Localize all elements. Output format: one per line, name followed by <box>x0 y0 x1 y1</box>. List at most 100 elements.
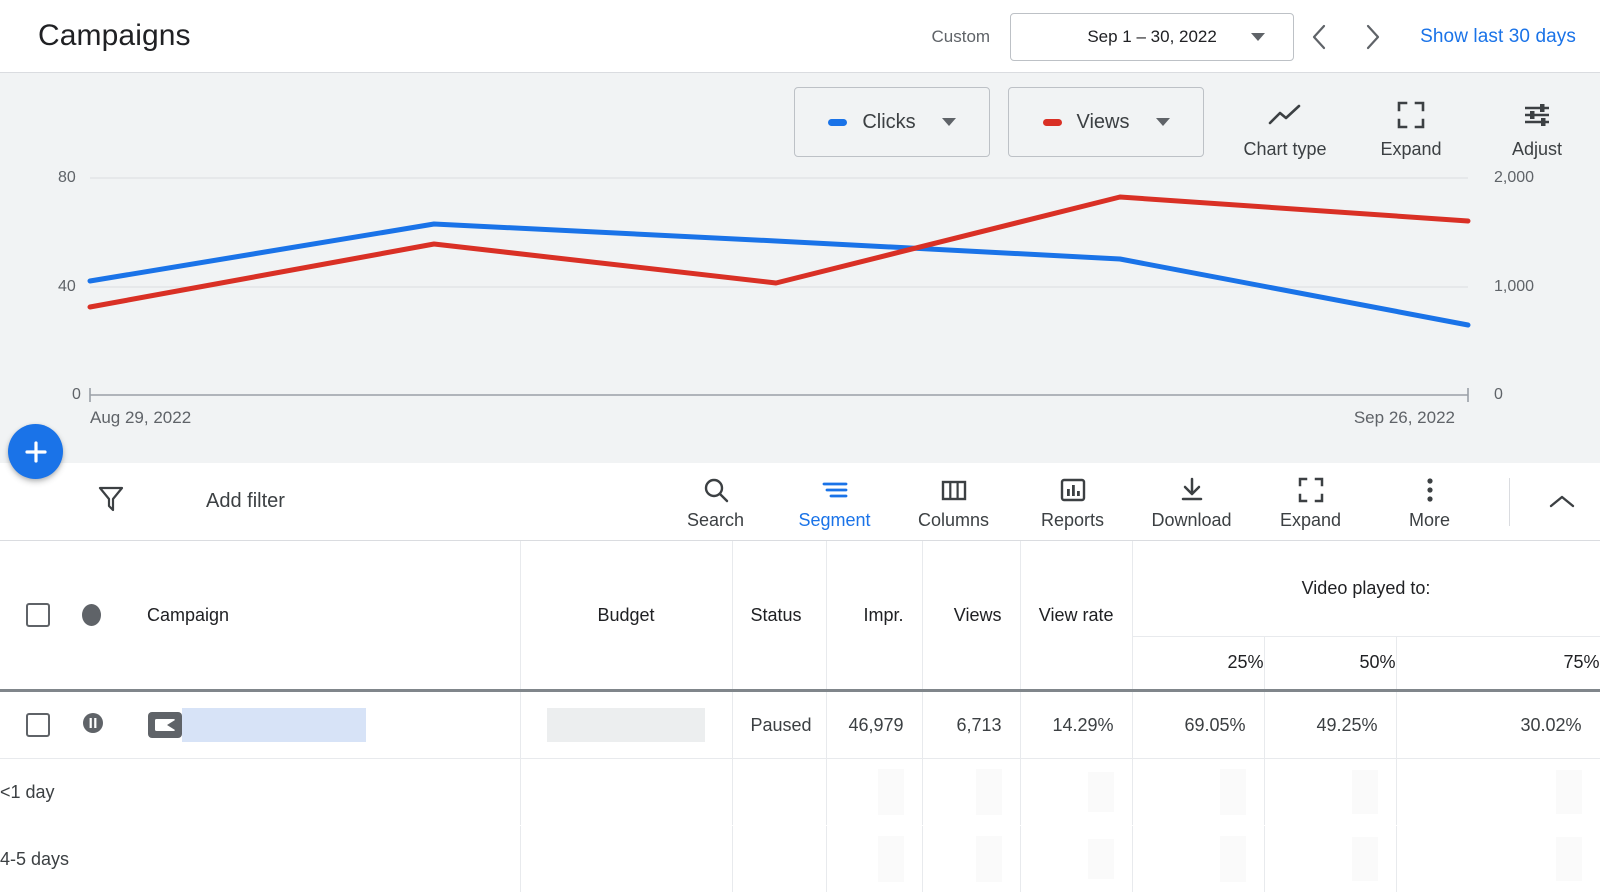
list-item[interactable]: <1 day <box>0 759 1600 825</box>
date-range-controls: Custom Sep 1 – 30, 2022 Show last 30 day… <box>932 0 1576 73</box>
campaign-name-redacted <box>182 708 366 742</box>
header-label-views: Views <box>954 605 1002 625</box>
show-last-30-days-link[interactable]: Show last 30 days <box>1420 26 1576 48</box>
search-icon <box>702 473 730 507</box>
toolbar-label-expand: Expand <box>1280 510 1341 531</box>
left-axis-tick-80: 80 <box>58 169 76 187</box>
x-axis-end-label: Sep 26, 2022 <box>1354 408 1455 428</box>
header-label-status: Status <box>751 605 802 625</box>
header-cell-vpt-50[interactable]: 50% <box>1264 636 1396 689</box>
select-all-checkbox[interactable] <box>26 603 50 627</box>
header-label-vpt-25: 25% <box>1227 652 1263 672</box>
table-header-row: Campaign Budget Status Impr. Views View … <box>0 541 1600 636</box>
header-cell-vpt-25[interactable]: 25% <box>1132 636 1264 689</box>
columns-icon <box>940 473 968 507</box>
segment-cell-view-rate <box>1020 826 1132 892</box>
segment-cell-vpt-50 <box>1264 826 1396 892</box>
toolbar-label-segment: Segment <box>798 510 870 531</box>
plus-icon <box>22 438 50 466</box>
toolbar-label-download: Download <box>1151 510 1231 531</box>
views-value-redacted <box>976 769 1002 815</box>
left-axis-tick-40: 40 <box>58 278 76 296</box>
header-cell-campaign[interactable]: Campaign <box>0 541 520 689</box>
header-cell-budget[interactable]: Budget <box>520 541 732 689</box>
line-chart-icon <box>1268 95 1302 135</box>
row-cell-impr: 46,979 <box>826 692 922 758</box>
segment-cell-impr <box>826 826 922 892</box>
segment-cell-status <box>732 759 826 825</box>
views-value-redacted <box>976 836 1002 882</box>
chart-adjust-button[interactable]: Adjust <box>1474 87 1600 160</box>
metric-selector-views[interactable]: Views <box>1008 87 1204 157</box>
x-axis-start-label: Aug 29, 2022 <box>90 408 191 428</box>
vpt-25-value-redacted <box>1220 769 1246 815</box>
toolbar-item-search[interactable]: Search <box>656 473 775 531</box>
impr-value-redacted <box>878 769 904 815</box>
new-campaign-fab[interactable] <box>8 424 63 479</box>
row-cell-budget[interactable] <box>520 692 732 758</box>
pause-circle-icon[interactable] <box>82 712 104 739</box>
add-filter-button[interactable]: Add filter <box>98 485 285 518</box>
segment-cell-budget <box>520 759 732 825</box>
row-cell-campaign[interactable] <box>0 692 520 758</box>
range-mode-label: Custom <box>932 27 991 47</box>
chevron-up-icon <box>1547 492 1577 512</box>
header-cell-status[interactable]: Status <box>732 541 826 689</box>
toolbar-item-more[interactable]: More <box>1370 473 1489 531</box>
chart-panel: 80 40 0 2,000 1,000 0 Aug 29, 2022 Sep 2… <box>0 73 1600 463</box>
chevron-down-icon <box>942 118 956 126</box>
segment-cell-status <box>732 826 826 892</box>
metric-selector-clicks[interactable]: Clicks <box>794 87 990 157</box>
segment-cell-views <box>922 759 1020 825</box>
clicks-color-swatch-icon <box>828 119 847 126</box>
toolbar-item-reports[interactable]: Reports <box>1013 473 1132 531</box>
table-row[interactable]: Paused 46,979 6,713 14.29% 69.05% 49.25%… <box>0 692 1600 758</box>
header-label-video-played-to: Video played to: <box>1302 578 1431 598</box>
vpt-75-value-redacted <box>1556 770 1582 814</box>
vpt-50-value: 49.25% <box>1316 715 1377 735</box>
budget-value-redacted <box>547 708 705 742</box>
toolbar-item-download[interactable]: Download <box>1132 473 1251 531</box>
vpt-50-value-redacted <box>1352 770 1378 814</box>
chart-expand-button[interactable]: Expand <box>1348 87 1474 160</box>
vpt-50-value-redacted <box>1352 837 1378 881</box>
header-cell-view-rate[interactable]: View rate <box>1020 541 1132 689</box>
segment-cell-views <box>922 826 1020 892</box>
row-cell-vpt-50: 49.25% <box>1264 692 1396 758</box>
row-cell-view-rate: 14.29% <box>1020 692 1132 758</box>
previous-period-button[interactable] <box>1294 11 1346 63</box>
expand-icon <box>1397 95 1425 135</box>
views-series-line <box>90 197 1468 307</box>
more-vert-icon <box>1425 473 1435 507</box>
collapse-chart-button[interactable] <box>1530 492 1594 512</box>
segment-cell-impr <box>826 759 922 825</box>
toolbar-item-columns[interactable]: Columns <box>894 473 1013 531</box>
header-cell-impr[interactable]: Impr. <box>826 541 922 689</box>
chart-type-label: Chart type <box>1243 139 1326 160</box>
header-cell-vpt-75[interactable]: 75% <box>1396 636 1600 689</box>
views-color-swatch-icon <box>1043 119 1062 126</box>
page-title: Campaigns <box>38 19 191 53</box>
chart-type-button[interactable]: Chart type <box>1222 87 1348 160</box>
header-cell-views[interactable]: Views <box>922 541 1020 689</box>
next-period-button[interactable] <box>1346 11 1398 63</box>
toolbar-item-segment[interactable]: Segment <box>775 473 894 531</box>
segment-cell-vpt-25 <box>1132 826 1264 892</box>
page-header: Campaigns Custom Sep 1 – 30, 2022 Show l… <box>0 0 1600 73</box>
row-checkbox[interactable] <box>26 713 50 737</box>
date-range-picker[interactable]: Sep 1 – 30, 2022 <box>1010 13 1294 61</box>
status-badge: Paused <box>751 715 812 735</box>
header-label-view-rate: View rate <box>1039 605 1114 625</box>
list-item[interactable]: 4-5 days <box>0 826 1600 892</box>
video-camera-icon <box>148 712 182 738</box>
table-toolbar: Add filter Search Segment <box>0 463 1600 541</box>
segment-label: 4-5 days <box>0 849 69 869</box>
segment-cell-view-rate <box>1020 759 1132 825</box>
vpt-75-value: 30.02% <box>1520 715 1581 735</box>
toolbar-divider <box>1509 478 1510 526</box>
toolbar-label-reports: Reports <box>1041 510 1104 531</box>
impr-value-redacted <box>878 836 904 882</box>
toolbar-item-expand[interactable]: Expand <box>1251 473 1370 531</box>
left-axis-tick-0: 0 <box>72 386 81 404</box>
segment-label: <1 day <box>0 782 55 802</box>
